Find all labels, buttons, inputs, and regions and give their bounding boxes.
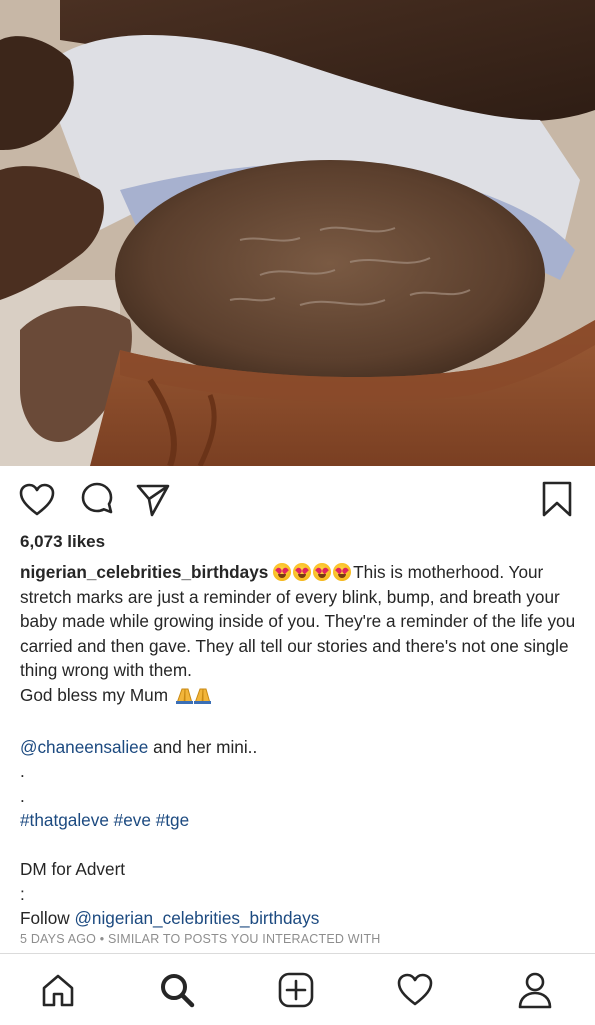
caption-dot: . [20,785,25,806]
heart-eyes-emoji-icon [313,563,332,581]
send-icon[interactable] [134,481,172,519]
heart-icon[interactable] [18,481,56,519]
heart-eyes-emoji-group [273,562,353,582]
add-post-icon[interactable] [276,970,316,1010]
post-timestamp: 5 DAYS AGO • SIMILAR TO POSTS YOU INTERA… [20,932,381,946]
post-caption: nigerian_celebrities_birthdays This is m… [20,560,580,931]
caption-colon: : [20,883,25,904]
folded-hands-emoji-icon [173,686,213,711]
profile-icon[interactable] [515,970,555,1010]
comment-icon[interactable] [78,481,116,519]
heart-eyes-emoji-icon [333,563,352,581]
caption-dot: . [20,761,25,781]
search-icon[interactable] [157,970,197,1010]
bookmark-icon[interactable] [538,480,576,518]
caption-dm-line: DM for Advert [20,859,126,879]
home-icon[interactable] [38,970,78,1010]
post-action-bar [0,466,595,532]
likes-count[interactable]: 6,073 likes [20,532,105,552]
caption-bless-line: God bless my Mum [20,684,169,705]
caption-username[interactable]: nigerian_celebrities_birthdays [20,562,268,582]
activity-heart-icon[interactable] [395,970,435,1010]
mention-suffix: and her mini.. [148,736,258,757]
heart-eyes-emoji-icon [273,563,292,581]
hashtags-link[interactable]: #thatgaleve #eve #tge [20,810,189,830]
post-photo[interactable] [0,0,595,466]
heart-eyes-emoji-icon [293,563,312,581]
mention-link[interactable]: @chaneensaliee [20,737,148,757]
photo-illustration [0,0,595,466]
follow-mention-link[interactable]: @nigerian_celebrities_birthdays [74,908,319,928]
follow-prefix: Follow [20,908,75,928]
bottom-navigation [0,953,595,1025]
